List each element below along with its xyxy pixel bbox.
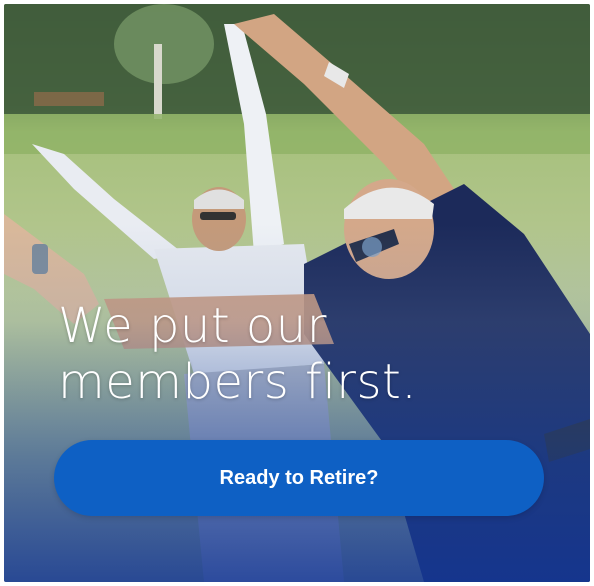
headline-line-1: We put our <box>58 298 327 354</box>
headline-line-2: members first. <box>58 354 418 410</box>
ready-to-retire-button[interactable]: Ready to Retire? <box>54 440 544 516</box>
hero-headline: We put our members first. <box>58 298 417 410</box>
